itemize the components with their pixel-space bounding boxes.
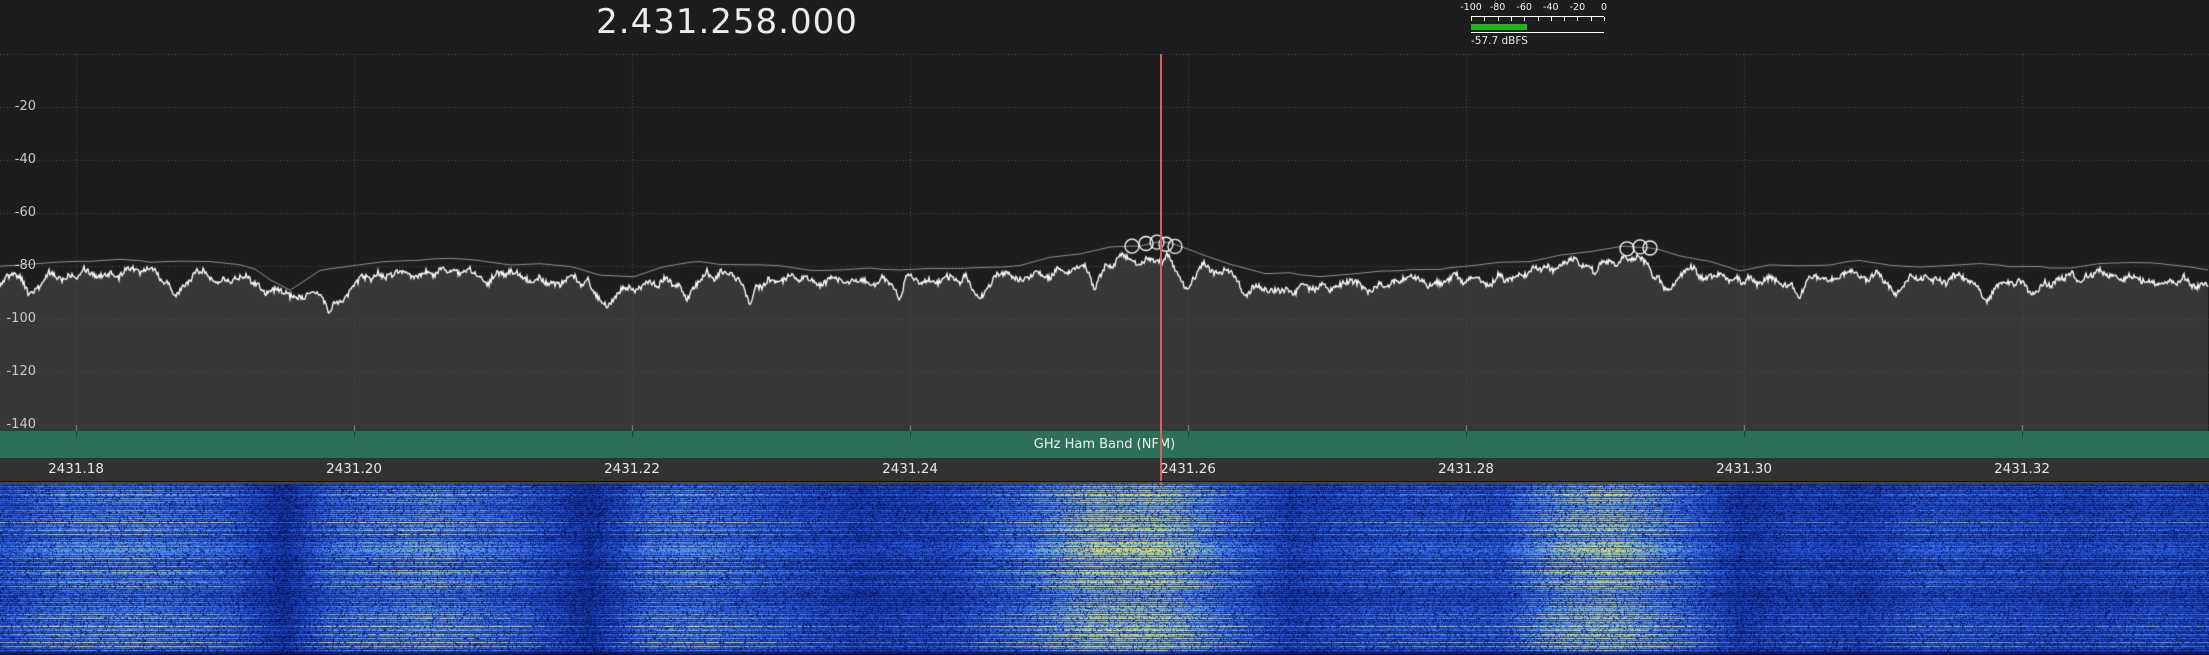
- frequency-scale-label: 2431.28: [1438, 461, 1494, 477]
- waterfall-canvas[interactable]: [0, 482, 2209, 655]
- signal-strength-meter: -100 -80 -60 -40 -20 0 -57.7 dBFS: [1462, 2, 1612, 46]
- db-axis-label: -20: [0, 99, 36, 115]
- frequency-tick: [354, 431, 355, 437]
- frequency-tick: [1466, 431, 1467, 437]
- meter-baseline: [1471, 32, 1604, 33]
- frequency-display[interactable]: 2.431.258.000: [596, 2, 858, 42]
- frequency-tick: [910, 431, 911, 437]
- meter-tick: [1591, 17, 1592, 21]
- frequency-scale-label: 2431.20: [326, 461, 382, 477]
- scale-separator: [0, 481, 2209, 482]
- db-axis-label: -60: [0, 205, 36, 221]
- meter-tick: [1577, 17, 1578, 21]
- frequency-scale-label: 2431.18: [48, 461, 104, 477]
- db-axis-label: -40: [0, 152, 36, 168]
- spectrum-canvas[interactable]: [0, 0, 2209, 431]
- meter-tick: [1524, 17, 1525, 21]
- meter-tick-label: -100: [1460, 2, 1482, 14]
- meter-tick: [1471, 17, 1472, 21]
- frequency-scale[interactable]: 2431.18 2431.20 2431.22 2431.24 2431.26 2431.…: [0, 458, 2209, 481]
- meter-tick: [1564, 17, 1565, 21]
- frequency-tick: [1188, 431, 1189, 437]
- frequency-tick: [76, 431, 77, 437]
- db-axis-label: -100: [0, 311, 36, 327]
- frequency-scale-label: 2431.30: [1716, 461, 1772, 477]
- meter-tick-label: -40: [1543, 2, 1559, 14]
- meter-tick: [1484, 17, 1485, 21]
- db-axis-label: -120: [0, 364, 36, 380]
- band-plan-bar[interactable]: GHz Ham Band (NFM): [0, 431, 2209, 458]
- frequency-scale-label: 2431.32: [1994, 461, 2050, 477]
- meter-value-label: -57.7 dBFS: [1471, 35, 1528, 47]
- frequency-scale-label: 2431.24: [882, 461, 938, 477]
- frequency-tick: [632, 431, 633, 437]
- frequency-scale-label: 2431.22: [604, 461, 660, 477]
- frequency-tick: [2022, 431, 2023, 437]
- meter-tick: [1498, 17, 1499, 21]
- meter-ruler: [1471, 16, 1604, 23]
- band-plan-label: GHz Ham Band (NFM): [1034, 437, 1175, 452]
- meter-tick-label: 0: [1601, 2, 1607, 14]
- meter-tick: [1538, 17, 1539, 21]
- frequency-tick: [1744, 431, 1745, 437]
- meter-tick: [1551, 17, 1552, 21]
- db-axis-label: -80: [0, 258, 36, 274]
- meter-tick-label: -80: [1490, 2, 1506, 14]
- tuning-marker[interactable]: [1160, 54, 1162, 481]
- meter-tick-label: -20: [1570, 2, 1586, 14]
- meter-tick: [1511, 17, 1512, 21]
- frequency-scale-label: 2431.26: [1160, 461, 1216, 477]
- meter-level-bar: [1471, 24, 1527, 30]
- meter-tick-label: -60: [1516, 2, 1532, 14]
- sdr-main-window: 2.431.258.000 -100 -80 -60 -40 -20 0 -57.7 dB…: [0, 0, 2209, 655]
- meter-tick: [1604, 17, 1605, 21]
